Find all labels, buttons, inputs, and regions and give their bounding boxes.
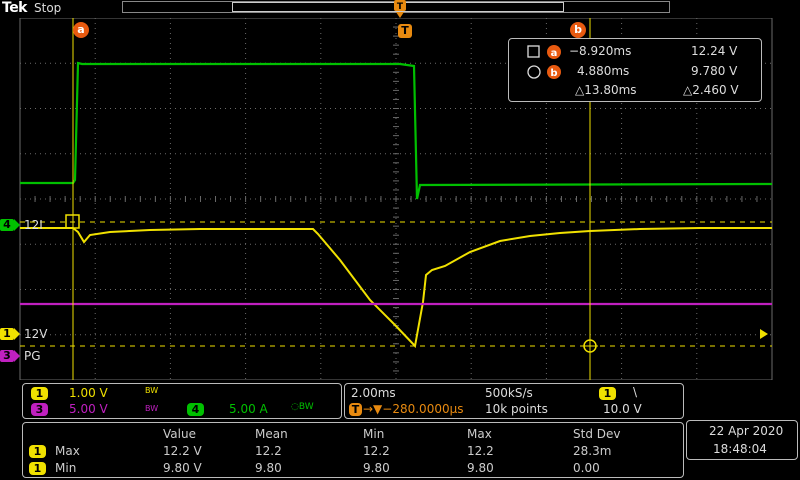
meas-row-max-max: 12.2 bbox=[467, 444, 494, 458]
date-label: 22 Apr 2020 bbox=[709, 424, 784, 438]
meas-row-max-min: 12.2 bbox=[363, 444, 390, 458]
ch3-badge[interactable]: 3 bbox=[31, 403, 48, 416]
trigger-label: T bbox=[398, 24, 412, 38]
meas-header-min: Min bbox=[363, 427, 385, 441]
ch1-marker-arrow bbox=[14, 328, 20, 340]
ch3-scale[interactable]: 5.00 V bbox=[69, 402, 108, 416]
ch1-bw-limit: BW bbox=[145, 386, 159, 395]
ch4-badge[interactable]: 4 bbox=[187, 403, 204, 416]
meas-row-min-name: Min bbox=[55, 461, 77, 475]
measurement-panel[interactable]: Value Mean Min Max Std Dev 1 Max 12.2 V … bbox=[22, 422, 684, 478]
meas-row-min-value: 9.80 V bbox=[163, 461, 202, 475]
meas-row-max-value: 12.2 V bbox=[163, 444, 202, 458]
cursor-delta-time: △13.80ms bbox=[575, 83, 637, 97]
ch4-marker-label: 12I bbox=[24, 218, 43, 232]
cursor-b-readout-icon: b bbox=[527, 65, 561, 79]
ch1-ground-marker[interactable]: 1 bbox=[0, 328, 14, 340]
ch3-marker-label: PG bbox=[24, 349, 41, 363]
record-length: 10k points bbox=[485, 402, 548, 416]
meas-row-max-name: Max bbox=[55, 444, 80, 458]
meas-row-min-mean: 9.80 bbox=[255, 461, 282, 475]
meas-header-stddev: Std Dev bbox=[573, 427, 621, 441]
ch3-bw-limit: BW bbox=[145, 404, 159, 413]
cursor-a-readout-icon: a bbox=[527, 45, 561, 59]
cursor-b-value: 9.780 V bbox=[691, 64, 738, 78]
meas-header-mean: Mean bbox=[255, 427, 288, 441]
brand-logo: Tek bbox=[2, 0, 28, 16]
datetime-panel: 22 Apr 2020 18:48:04 bbox=[686, 420, 798, 460]
meas-row-max-stddev: 28.3m bbox=[573, 444, 612, 458]
channel-settings-panel[interactable]: 1 1.00 V BW 3 5.00 V BW 4 5.00 A ◌BW bbox=[22, 383, 342, 419]
svg-text:b: b bbox=[550, 68, 557, 79]
trigger-level-marker[interactable] bbox=[760, 329, 768, 339]
trigger-position-badge: T bbox=[349, 403, 362, 416]
svg-text:a: a bbox=[551, 48, 558, 59]
horizontal-position[interactable]: →▼−280.0000µs bbox=[363, 402, 463, 416]
meas-row-min-ch: 1 bbox=[29, 462, 46, 475]
meas-row-min-stddev: 0.00 bbox=[573, 461, 600, 475]
cursor-readout-panel: a −8.920ms 12.24 V b 4.880ms 9.780 V △13… bbox=[508, 38, 762, 102]
cursor-delta-value: △2.460 V bbox=[683, 83, 739, 97]
cursor-b-time: 4.880ms bbox=[577, 64, 630, 78]
trigger-level[interactable]: 10.0 V bbox=[603, 402, 642, 416]
ch4-ground-marker[interactable]: 4 bbox=[0, 219, 14, 231]
meas-row-max-ch: 1 bbox=[29, 445, 46, 458]
ch4-offset-bw-icon: ◌BW bbox=[291, 402, 314, 412]
trigger-slope-icon[interactable]: \ bbox=[633, 385, 637, 399]
cursor-a-label[interactable]: a bbox=[73, 22, 89, 38]
ch3-marker-arrow bbox=[14, 350, 20, 362]
meas-header-max: Max bbox=[467, 427, 492, 441]
ch4-scale[interactable]: 5.00 A bbox=[229, 402, 268, 416]
time-label: 18:48:04 bbox=[713, 442, 767, 456]
timebase-trigger-panel[interactable]: 2.00ms 500kS/s 1 \ T →▼−280.0000µs 10k p… bbox=[344, 383, 684, 419]
top-status-bar: Tek Stop T bbox=[0, 0, 800, 18]
run-state-label: Stop bbox=[34, 1, 62, 15]
trigger-position-icon: T bbox=[394, 0, 406, 18]
ch1-marker-label: 12V bbox=[24, 327, 48, 341]
ch3-ground-marker[interactable]: 3 bbox=[0, 350, 14, 362]
meas-row-max-mean: 12.2 bbox=[255, 444, 282, 458]
horizontal-scale[interactable]: 2.00ms bbox=[351, 386, 396, 400]
sample-rate: 500kS/s bbox=[485, 386, 533, 400]
ch1-badge[interactable]: 1 bbox=[31, 387, 48, 400]
cursor-b-label[interactable]: b bbox=[570, 22, 586, 38]
cursor-a-value: 12.24 V bbox=[691, 44, 738, 58]
meas-row-min-max: 9.80 bbox=[467, 461, 494, 475]
ch1-scale[interactable]: 1.00 V bbox=[69, 386, 108, 400]
meas-header-value: Value bbox=[163, 427, 196, 441]
ch4-marker-arrow bbox=[14, 219, 20, 231]
cursor-a-time: −8.920ms bbox=[569, 44, 632, 58]
svg-text:T: T bbox=[397, 2, 404, 12]
meas-row-min-min: 9.80 bbox=[363, 461, 390, 475]
trigger-source-badge[interactable]: 1 bbox=[599, 387, 616, 400]
